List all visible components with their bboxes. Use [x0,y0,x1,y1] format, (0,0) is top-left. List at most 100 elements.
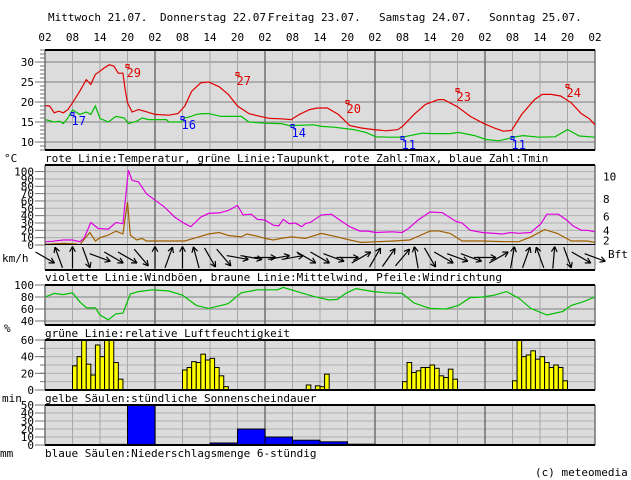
unit-label: mm [0,447,14,460]
hour-label: 20 [121,31,134,44]
legend-text: rote Linie:Temperatur, grüne Linie:Taupu… [45,152,548,165]
precipitation-bar [264,436,293,446]
sunshine-bar [429,364,436,391]
tmin-label: 14 [292,126,306,140]
sunshine-bar [452,378,458,391]
temperature-panel: 101520253029272023 2417 161411 11°C rote Lin… [4,49,596,165]
legend-text: gelbe Säulen:stündliche Sonnenscheindaue… [45,392,317,405]
sunshine-bar [113,362,119,391]
arrow-head [599,260,606,263]
hour-label: 20 [451,31,464,44]
sunshine-bar [90,374,96,391]
unit-label: min [2,392,22,405]
tmin-label: 16 [182,118,196,132]
sunshine-bar [406,362,413,391]
wind-direction-strip [35,245,606,271]
y-tick-label: 25 [21,76,34,89]
hour-label: 02 [148,31,161,44]
hour-label: 08 [506,31,519,44]
bft-unit-label: Bft [608,248,628,261]
hour-label: 08 [286,31,299,44]
tmax-label: 29 [127,66,141,80]
hour-label: 14 [533,31,547,44]
sunshine-bar [94,344,101,391]
y-tick-label: 60 [21,303,34,316]
y-tick-label: 60 [21,334,34,347]
sunshine-bar [557,367,564,391]
y-tick-label: 10 [21,136,34,149]
hour-label: 02 [478,31,491,44]
y-tick-label: 20 [21,96,34,109]
hour-label: 14 [203,31,217,44]
day-label: Freitag 23.07. [268,11,361,24]
wind-panel: 0102030405060708090100km/hviolette Linie… [2,164,628,284]
hour-label: 02 [588,31,601,44]
sunshine-bar [200,353,206,391]
day-label: Samstag 24.07. [379,11,472,24]
sunshine-bar [76,356,83,391]
sunshine-bar [72,365,78,391]
precipitation-panel: 01020304050mm blaue Säulen:Niederschlagsm… [0,399,596,460]
y-tick-label: 50 [21,399,34,412]
day-label: Mittwoch 21.07. [48,11,147,24]
sunshine-bar [415,370,422,391]
y-tick-label: 20 [21,367,34,380]
sunshine-bar [512,380,518,391]
sunshine-bar [209,357,216,391]
y-tick-label: 80 [21,291,34,304]
hour-label: 14 [93,31,107,44]
bft-tick-label: 4 [603,224,610,237]
sunshine-bar [553,364,559,391]
sunshine-bar [525,354,532,391]
sunshine-bar [548,367,555,391]
tmin-label: 17 [72,114,86,128]
sunshine-bar [434,367,440,391]
legend-text: violette Linie:Windböen, braune Linie:Mi… [45,271,502,284]
y-tick-label: 40 [21,351,34,364]
y-tick-label: 30 [21,56,34,69]
sunshine-bar [108,339,115,391]
bft-tick-label: 6 [603,210,610,223]
y-tick-label: 0 [27,384,34,397]
y-tick-label: 100 [14,279,34,292]
tmax-label: 23 [457,90,471,104]
tmax-label: 24 [567,86,581,100]
unit-label: km/h [2,252,29,265]
sunshine-bar [117,378,124,391]
sunshine-bar [544,362,550,391]
sunshine-bar [214,367,220,391]
sunshine-bar [411,372,417,391]
unit-label: °C [4,152,17,165]
sunshine-bar [81,339,87,391]
hour-label: 02 [368,31,381,44]
sunshine-bar [195,362,202,391]
sunshine-bar [562,380,569,391]
sunshine-bar [402,381,408,391]
unit-label: % [4,322,11,335]
hour-label: 20 [341,31,354,44]
arrow-head [393,248,396,255]
bft-tick-label: 10 [603,171,616,184]
humidity-panel: 406080100% grüne Linie:relative Luftfeuch… [4,279,596,340]
hour-label: 20 [231,31,244,44]
sunshine-bar [424,367,431,391]
y-tick-label: 100 [14,166,34,179]
bft-tick-label: 8 [603,193,610,206]
hour-label: 02 [258,31,271,44]
sunshine-bar [85,363,92,391]
sunshine-bar [438,375,445,391]
sunshine-bar [530,350,536,391]
copyright: (c) meteomedia [535,466,628,479]
precipitation-bar [127,404,156,446]
hour-label: 20 [561,31,574,44]
sunshine-bar [218,375,225,391]
panels: 101520253029272023 2417 161411 11°C rote Lin… [0,49,628,460]
precipitation-bar [237,428,266,446]
legend-text: grüne Linie:relative Luftfeuchtigkeit [45,327,290,340]
time-axis: Mittwoch 21.07. Donnerstag 22.07.Freitag … [38,11,601,44]
sunshine-bar [443,377,449,391]
sunshine-bar [104,339,110,391]
sunshine-bar [191,361,197,391]
sunshine-bar [182,369,188,391]
day-label: Sonntag 25.07. [489,11,582,24]
